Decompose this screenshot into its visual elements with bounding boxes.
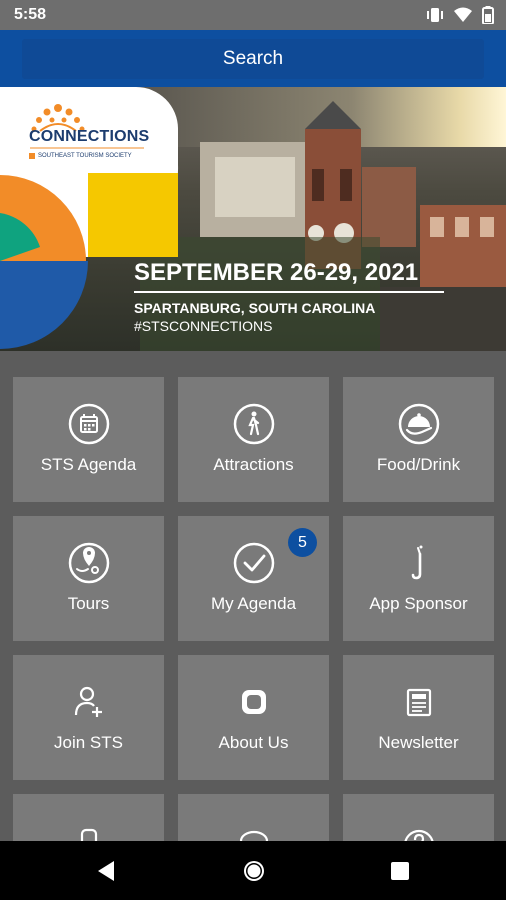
system-nav-bar — [0, 841, 506, 900]
map-pin-icon — [68, 542, 110, 584]
status-icons — [426, 6, 494, 24]
checkmark-icon — [233, 542, 275, 584]
event-hashtag: #STSCONNECTIONS — [134, 318, 273, 334]
tile-label: Join STS — [54, 733, 123, 752]
event-location: SPARTANBURG, SOUTH CAROLINA — [134, 300, 376, 316]
newspaper-icon — [398, 681, 440, 723]
tile-about-us[interactable]: About Us — [178, 655, 329, 780]
dates-underline — [134, 291, 444, 293]
home-icon[interactable] — [242, 859, 266, 888]
notification-badge: 5 — [288, 528, 317, 557]
tile-label: STS Agenda — [40, 455, 137, 474]
tile-attractions[interactable]: Attractions — [178, 377, 329, 502]
battery-icon — [482, 6, 494, 24]
menu-grid: STS Agenda Attractions Food/Drink Tours … — [0, 351, 506, 841]
tile-label: Attractions — [213, 455, 294, 474]
search-button[interactable]: Search — [22, 39, 484, 79]
app-square-icon — [233, 681, 275, 723]
chat-icon — [233, 824, 275, 841]
search-label: Search — [222, 48, 284, 69]
tile-join-sts[interactable]: Join STS — [13, 655, 164, 780]
help-icon — [398, 824, 440, 841]
tile-food-drink[interactable]: Food/Drink — [343, 377, 494, 502]
vibrate-icon — [426, 7, 444, 23]
status-time: 5:58 — [14, 6, 47, 23]
add-user-icon — [68, 681, 110, 723]
tile-label: Newsletter — [378, 733, 459, 752]
tile-label: My Agenda — [210, 594, 297, 613]
tile-row4-1[interactable] — [13, 794, 164, 841]
tile-tours[interactable]: Tours — [13, 516, 164, 641]
tile-newsletter[interactable]: Newsletter — [343, 655, 494, 780]
wifi-icon — [454, 7, 472, 23]
app-header: Search — [0, 30, 506, 87]
tile-label: About Us — [218, 733, 289, 752]
cloche-icon — [398, 403, 440, 445]
event-dates: SEPTEMBER 26-29, 2021 — [134, 259, 419, 286]
back-icon[interactable] — [96, 860, 116, 887]
walking-person-icon — [233, 403, 275, 445]
tile-sts-agenda[interactable]: STS Agenda — [13, 377, 164, 502]
brand-title: CONNECTIONS — [29, 128, 150, 145]
tile-app-sponsor[interactable]: App Sponsor — [343, 516, 494, 641]
building-icon — [68, 824, 110, 841]
tile-row4-2[interactable] — [178, 794, 329, 841]
sponsor-icon — [398, 542, 440, 584]
tile-label: Food/Drink — [376, 455, 461, 474]
tile-my-agenda[interactable]: My Agenda 5 — [178, 516, 329, 641]
status-bar: 5:58 — [0, 0, 506, 30]
event-banner[interactable]: CONNECTIONS SOUTHEAST TOURISM SOCIETY SE… — [0, 87, 506, 351]
brand-subtitle: SOUTHEAST TOURISM SOCIETY — [38, 153, 132, 159]
recents-icon[interactable] — [390, 861, 410, 886]
tile-label: App Sponsor — [369, 594, 468, 613]
tile-label: Tours — [67, 594, 110, 613]
calendar-icon — [68, 403, 110, 445]
tile-row4-3[interactable] — [343, 794, 494, 841]
